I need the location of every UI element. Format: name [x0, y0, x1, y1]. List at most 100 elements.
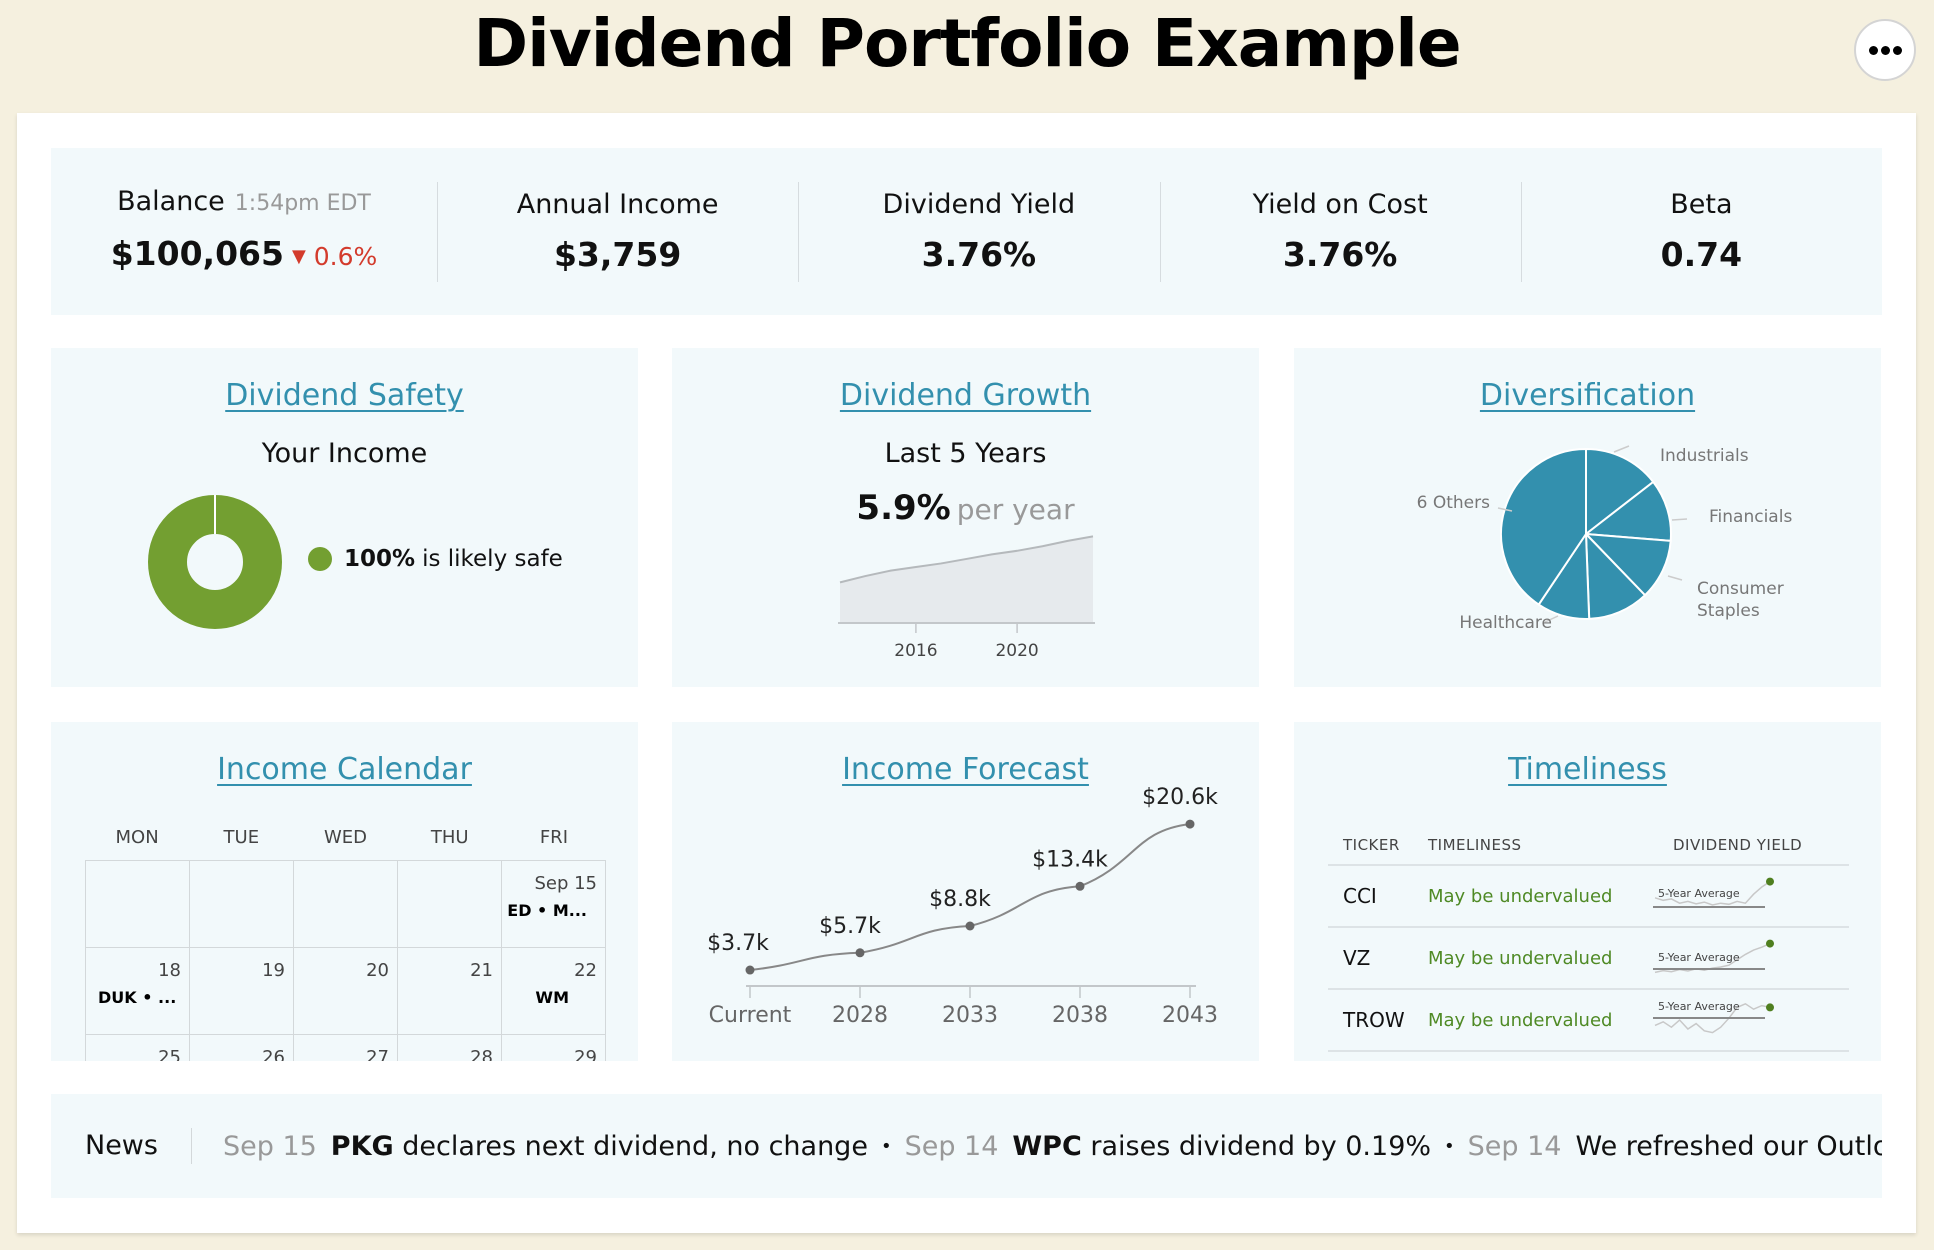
timeliness-cell: May be undervalued: [1428, 1009, 1613, 1031]
safety-legend: 100% is likely safe: [308, 546, 563, 572]
news-date: Sep 14: [904, 1130, 999, 1162]
pie-label: Healthcare: [1459, 613, 1552, 633]
pie-label: Consumer: [1697, 579, 1784, 599]
calendar-day[interactable]: [294, 861, 398, 948]
avg-label: 5-Year Average: [1658, 999, 1740, 1013]
stat-label: Dividend Yield: [882, 188, 1076, 220]
column-header: TIMELINESS: [1428, 836, 1522, 854]
legend-dot-icon: [308, 547, 332, 571]
calendar-day[interactable]: 19: [190, 948, 294, 1035]
x-tick-label: 2043: [1162, 1003, 1218, 1028]
calendar-day[interactable]: 21: [398, 948, 502, 1035]
x-tick-label: Current: [709, 1003, 792, 1028]
pie-label-connector: [1671, 518, 1688, 521]
news-items: Sep 15 PKG declares next dividend, no cha…: [192, 1131, 1882, 1162]
ellipsis-icon: [1868, 45, 1902, 55]
current-yield-dot: [1766, 939, 1774, 948]
calendar-week: 25 26 27 28 29: [86, 1035, 606, 1061]
day-events[interactable]: DUK • ...: [98, 988, 176, 1007]
calendar-day[interactable]: [86, 861, 190, 948]
table-row[interactable]: VZ May be undervalued 5-Year Average: [1328, 928, 1849, 990]
dashboard-card: Balance 1:54pm EDT $100,065 ▼ 0.6% Annual …: [17, 113, 1916, 1233]
news-text: declares next dividend, no change: [402, 1130, 868, 1162]
balance-change: 0.6%: [313, 242, 378, 271]
news-item[interactable]: Sep 14 WPC raises dividend by 0.19%: [905, 1131, 1431, 1162]
stat-label: Beta: [1670, 188, 1733, 220]
calendar-day[interactable]: 28: [398, 1035, 502, 1061]
calendar-weekdays: MON TUE WED THU FRI: [85, 816, 606, 860]
stat-timestamp: 1:54pm EDT: [234, 191, 371, 216]
current-yield-dot: [1766, 1002, 1774, 1011]
data-label: $20.6k: [1142, 785, 1218, 810]
safe-text: is likely safe: [422, 546, 563, 572]
diversification-panel: Diversification Industrials Financials Con…: [1294, 348, 1881, 687]
calendar-day[interactable]: 25: [86, 1035, 190, 1061]
day-events[interactable]: ED • M...: [507, 901, 587, 920]
calendar-day[interactable]: [398, 861, 502, 948]
forecast-point: [745, 965, 755, 975]
news-item[interactable]: Sep 14 We refreshed our Outlook ...: [1468, 1131, 1882, 1162]
stat-value: 3.76%: [1282, 234, 1398, 274]
yield-sparkline: 5-Year Average: [1653, 936, 1778, 981]
table-row[interactable]: CCI May be undervalued 5-Year Average: [1328, 866, 1849, 928]
stat-dividend-yield: Dividend Yield 3.76%: [798, 181, 1159, 282]
pie-label: Staples: [1697, 601, 1760, 621]
calendar-day[interactable]: 26: [190, 1035, 294, 1061]
forecast-point: [1075, 881, 1085, 891]
timeliness-cell: May be undervalued: [1428, 947, 1613, 969]
news-text: raises dividend by 0.19%: [1090, 1130, 1432, 1162]
page-title: Dividend Portfolio Example: [473, 5, 1461, 82]
weekday-label: FRI: [539, 827, 568, 848]
news-text: We refreshed our Outlook ...: [1575, 1130, 1882, 1162]
calendar-day[interactable]: 20: [294, 948, 398, 1035]
data-label: $8.8k: [929, 887, 991, 912]
diversification-pie-chart: Industrials Financials ConsumerStaples Heal…: [1417, 445, 1792, 633]
timeliness-link[interactable]: Timeliness: [1294, 752, 1881, 787]
calendar-day[interactable]: 27: [294, 1035, 398, 1061]
dividend-growth-panel: Dividend Growth Last 5 Years 5.9% per yea…: [672, 348, 1259, 687]
calendar-day[interactable]: Sep 15 ED • M...: [502, 861, 606, 948]
income-calendar-link[interactable]: Income Calendar: [51, 752, 638, 787]
day-number: 18: [158, 960, 181, 981]
weekday-label: TUE: [223, 827, 260, 848]
table-row[interactable]: TROW May be undervalued 5-Year Average: [1328, 990, 1849, 1052]
calendar-day[interactable]: 22 WM: [502, 948, 606, 1035]
weekday-label: THU: [430, 827, 469, 848]
news-bar: News Sep 15 PKG declares next dividend, n…: [51, 1094, 1882, 1198]
calendar-week: 18 DUK • ... 19 20 21 22 WM: [86, 948, 606, 1035]
calendar-day[interactable]: 18 DUK • ...: [86, 948, 190, 1035]
x-tick-label: 2016: [894, 641, 937, 661]
calendar-day[interactable]: [190, 861, 294, 948]
more-options-button[interactable]: [1854, 19, 1916, 81]
day-number: 26: [262, 1047, 285, 1061]
day-number: 29: [574, 1047, 597, 1061]
stat-beta: Beta 0.74: [1520, 181, 1882, 282]
day-events[interactable]: WM: [535, 988, 569, 1007]
day-number: Sep 15: [534, 873, 597, 894]
news-item[interactable]: Sep 15 PKG declares next dividend, no cha…: [223, 1131, 868, 1162]
bullet-separator: •: [1444, 1135, 1455, 1157]
pie-label: Industrials: [1660, 446, 1749, 466]
ticker-cell: CCI: [1343, 884, 1377, 908]
timeliness-panel: Timeliness TICKER TIMELINESS DIVIDEND YI…: [1294, 722, 1881, 1061]
data-label: $13.4k: [1032, 847, 1108, 872]
pie-label: 6 Others: [1417, 493, 1490, 513]
yield-sparkline: 5-Year Average: [1653, 998, 1778, 1043]
stat-value: $100,065: [110, 234, 284, 273]
timeliness-cell: May be undervalued: [1428, 885, 1613, 907]
table-header: TICKER TIMELINESS DIVIDEND YIELD: [1328, 826, 1849, 866]
x-tick-label: 2033: [942, 1003, 998, 1028]
current-yield-dot: [1766, 877, 1774, 886]
stat-value: 0.74: [1660, 234, 1743, 274]
forecast-point: [965, 921, 975, 931]
ticker-cell: VZ: [1343, 946, 1371, 970]
stat-yield-on-cost: Yield on Cost 3.76%: [1159, 181, 1521, 282]
stat-annual-income: Annual Income $3,759: [437, 181, 798, 282]
news-ticker: WPC: [1012, 1130, 1082, 1162]
stat-value: 3.76%: [921, 234, 1037, 274]
calendar-day[interactable]: 29: [502, 1035, 606, 1061]
safe-percent: 100%: [344, 546, 416, 572]
column-header: DIVIDEND YIELD: [1673, 836, 1803, 854]
stat-balance: Balance 1:54pm EDT $100,065 ▼ 0.6%: [51, 182, 437, 282]
pie-label-connector: [1667, 575, 1683, 581]
